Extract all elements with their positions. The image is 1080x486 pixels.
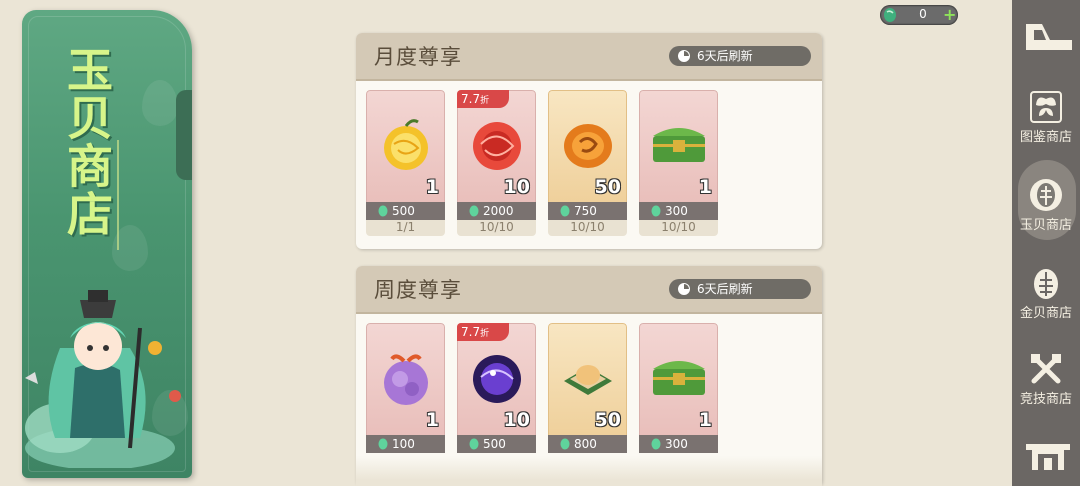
section-title: 月度尊享 xyxy=(374,45,462,69)
gate-icon xyxy=(1026,444,1070,470)
monthly-exclusive-section: 月度尊享 6天后刷新 1 500 1/1 7.7折 10 2000 10/10 … xyxy=(356,33,822,249)
item-quantity: 50 xyxy=(594,409,621,431)
purple-orb-icon xyxy=(473,355,521,403)
price-value: 800 xyxy=(574,437,597,451)
banner-side-tab xyxy=(176,90,192,180)
scroll-fade xyxy=(356,456,822,486)
price-value: 500 xyxy=(392,204,415,218)
item-quantity: 1 xyxy=(698,176,712,198)
butterfly-icon xyxy=(1030,91,1062,123)
jade-shell-icon xyxy=(651,205,661,217)
currency-value: 0 xyxy=(919,7,927,21)
purchase-limit: 10/10 xyxy=(548,220,627,236)
item-quantity: 10 xyxy=(503,409,530,431)
refresh-text: 6天后刷新 xyxy=(697,282,753,296)
jade-shell-icon xyxy=(378,438,388,450)
sidebar-item-gold-shell-shop[interactable]: 金贝商店 xyxy=(1015,266,1077,321)
discount-suffix: 折 xyxy=(480,96,490,106)
jade-shell-icon xyxy=(884,8,896,22)
price-value: 300 xyxy=(665,437,688,451)
character-illustration xyxy=(25,290,181,468)
item-price: 500 xyxy=(457,435,536,453)
jade-shell-icon xyxy=(378,205,388,217)
item-price: 750 xyxy=(548,202,627,220)
gold-nugget-box-icon xyxy=(564,365,612,395)
item-quantity: 10 xyxy=(503,176,530,198)
golden-fruit-icon xyxy=(384,119,428,170)
sidebar-item-label: 图鉴商店 xyxy=(1019,130,1072,145)
price-value: 750 xyxy=(574,204,597,218)
item-price: 2000 xyxy=(457,202,536,220)
item-price: 100 xyxy=(366,435,445,453)
jade-shell-currency: 0 + xyxy=(880,5,958,25)
back-arrow-icon[interactable] xyxy=(1020,18,1076,58)
shop-sidebar xyxy=(1012,0,1080,486)
jade-shell-icon xyxy=(469,205,479,217)
sidebar-item-label: 竞技商店 xyxy=(1019,392,1072,407)
price-value: 300 xyxy=(665,204,688,218)
purple-fruit-icon xyxy=(384,354,428,405)
jade-shell-icon xyxy=(560,438,570,450)
purchase-limit: 1/1 xyxy=(366,220,445,236)
purchase-limit: 10/10 xyxy=(639,220,718,236)
item-quantity: 1 xyxy=(425,176,439,198)
shop-item-card[interactable]: 7.7折 10 500 xyxy=(457,323,536,469)
shop-item-card[interactable]: 50 750 10/10 xyxy=(548,90,627,236)
item-quantity: 50 xyxy=(594,176,621,198)
gold-shell-icon xyxy=(1034,269,1058,299)
refresh-timer: 6天后刷新 xyxy=(669,46,811,66)
jade-chest-icon xyxy=(653,128,705,162)
sidebar-item-label: 玉贝商店 xyxy=(1019,218,1072,233)
jade-shell-icon xyxy=(469,438,479,450)
item-quantity: 1 xyxy=(425,409,439,431)
section-header: 月度尊享 6天后刷新 xyxy=(356,33,822,81)
purchase-limit: 10/10 xyxy=(457,220,536,236)
jade-shell-icon xyxy=(651,438,661,450)
jade-shell-icon xyxy=(560,205,570,217)
discount-value: 7.7 xyxy=(461,325,481,339)
item-price: 300 xyxy=(639,435,718,453)
shop-item-card[interactable]: 50 800 xyxy=(548,323,627,469)
leaf-shell-icon xyxy=(1030,179,1062,211)
item-quantity: 1 xyxy=(698,409,712,431)
shop-item-card[interactable]: 1 100 xyxy=(366,323,445,469)
crossed-swords-icon xyxy=(1031,354,1061,384)
clock-icon xyxy=(678,283,690,295)
red-orb-icon xyxy=(473,122,521,170)
item-price: 300 xyxy=(639,202,718,220)
banner-title: 玉贝商店 xyxy=(60,46,114,238)
price-value: 500 xyxy=(483,437,506,451)
discount-value: 7.7 xyxy=(461,92,481,106)
shop-item-card[interactable]: 7.7折 10 2000 10/10 xyxy=(457,90,536,236)
discount-badge: 7.7折 xyxy=(457,90,509,108)
discount-suffix: 折 xyxy=(480,329,490,339)
amber-stone-icon xyxy=(564,124,612,168)
sidebar-item-jade-shell-shop[interactable]: 玉贝商店 xyxy=(1015,178,1077,233)
refresh-text: 6天后刷新 xyxy=(697,49,753,63)
sidebar-item-arena-shop[interactable]: 竞技商店 xyxy=(1015,352,1077,407)
clock-icon xyxy=(678,50,690,62)
discount-badge: 7.7折 xyxy=(457,323,509,341)
price-value: 100 xyxy=(392,437,415,451)
section-header: 周度尊享 6天后刷新 xyxy=(356,266,822,314)
sidebar-item-label: 金贝商店 xyxy=(1019,306,1072,321)
item-price: 500 xyxy=(366,202,445,220)
refresh-timer: 6天后刷新 xyxy=(669,279,811,299)
banner-divider xyxy=(117,140,119,250)
shop-item-card[interactable]: 1 300 xyxy=(639,323,718,469)
weekly-exclusive-section: 周度尊享 6天后刷新 1 100 7.7折 10 500 50 800 1 30… xyxy=(356,266,822,486)
add-currency-button[interactable]: + xyxy=(943,5,956,24)
price-value: 2000 xyxy=(483,204,514,218)
section-title: 周度尊享 xyxy=(374,278,462,302)
leaf-decoration xyxy=(142,80,178,126)
shop-item-card[interactable]: 1 500 1/1 xyxy=(366,90,445,236)
sidebar-item-illustrated-shop[interactable]: 图鉴商店 xyxy=(1015,90,1077,145)
item-price: 800 xyxy=(548,435,627,453)
jade-chest-icon xyxy=(653,361,705,395)
shop-item-card[interactable]: 1 300 10/10 xyxy=(639,90,718,236)
shop-screen: 玉贝商店 0 + 图鉴商店 玉贝商店 金贝商店 竞技商店 月度尊享 6天后刷新 … xyxy=(0,0,1080,486)
